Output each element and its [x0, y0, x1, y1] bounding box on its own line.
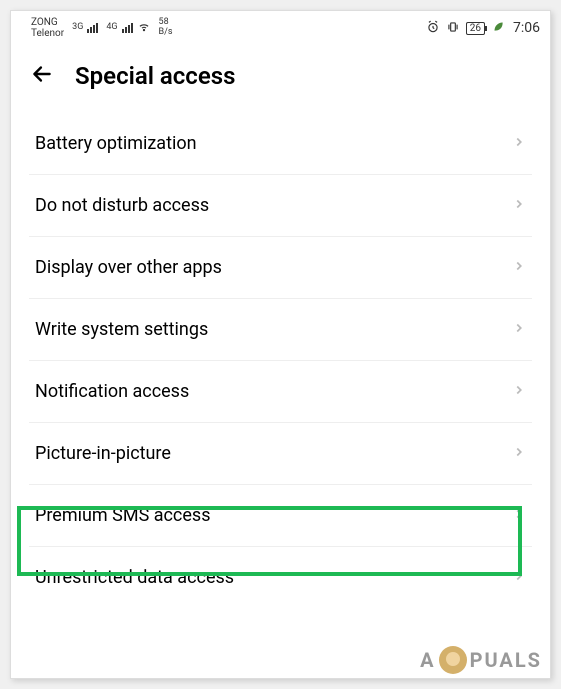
setting-battery-optimization[interactable]: Battery optimization: [29, 113, 532, 175]
carrier-names: ZONG Telenor: [31, 17, 64, 39]
source-attribution: wsxdn.com: [547, 281, 551, 327]
setting-label: Write system settings: [35, 319, 208, 340]
setting-label: Do not disturb access: [35, 195, 209, 216]
network-type-2: 4G: [106, 23, 117, 33]
setting-label: Battery optimization: [35, 133, 197, 154]
chevron-right-icon: [512, 320, 526, 339]
phone-frame: ZONG Telenor 3G 4G: [10, 10, 551, 679]
wifi-icon: [137, 19, 151, 36]
setting-display-over-other-apps[interactable]: Display over other apps: [29, 237, 532, 299]
signal-bars-2: [122, 23, 133, 33]
carrier-1: ZONG: [31, 17, 64, 28]
data-rate: 58 B/s: [159, 18, 173, 38]
status-bar-right: 26 7:06: [426, 19, 540, 37]
network-type-1: 3G: [72, 23, 83, 33]
status-bar: ZONG Telenor 3G 4G: [11, 11, 550, 43]
settings-list: Battery optimization Do not disturb acce…: [11, 113, 550, 608]
setting-picture-in-picture[interactable]: Picture-in-picture: [29, 423, 532, 485]
setting-do-not-disturb-access[interactable]: Do not disturb access: [29, 175, 532, 237]
setting-label: Notification access: [35, 381, 189, 402]
alarm-icon: [426, 20, 440, 37]
signal-bars-1: [87, 23, 98, 33]
header: Special access: [11, 43, 550, 113]
eco-leaf-icon: [491, 19, 505, 37]
chevron-right-icon: [512, 196, 526, 215]
page-title: Special access: [75, 62, 235, 90]
chevron-right-icon: [512, 382, 526, 401]
setting-write-system-settings[interactable]: Write system settings: [29, 299, 532, 361]
clock-time: 7:06: [513, 20, 540, 36]
battery-indicator: 26: [466, 22, 485, 35]
setting-label: Picture-in-picture: [35, 443, 171, 464]
vibrate-icon: [446, 20, 460, 37]
setting-notification-access[interactable]: Notification access: [29, 361, 532, 423]
signal-group-1: 3G: [72, 23, 98, 33]
status-bar-left: ZONG Telenor 3G 4G: [21, 17, 173, 39]
watermark-logo: A PUALS: [420, 646, 542, 674]
setting-unrestricted-data-access[interactable]: Unrestricted data access: [29, 547, 532, 608]
setting-label: Unrestricted data access: [35, 567, 234, 588]
setting-label: Premium SMS access: [35, 505, 210, 526]
chevron-right-icon: [512, 506, 526, 525]
data-rate-unit: B/s: [159, 28, 173, 38]
battery-level: 26: [470, 23, 481, 34]
chevron-right-icon: [512, 444, 526, 463]
signal-group-2: 4G: [106, 23, 132, 33]
chevron-right-icon: [512, 258, 526, 277]
setting-label: Display over other apps: [35, 257, 222, 278]
setting-premium-sms-access[interactable]: Premium SMS access: [29, 485, 532, 547]
carrier-2: Telenor: [31, 28, 64, 39]
watermark-avatar-icon: [439, 646, 467, 674]
watermark-text-1: A: [420, 648, 435, 672]
chevron-right-icon: [512, 568, 526, 587]
watermark-text-2: PUALS: [470, 648, 542, 672]
back-arrow-icon[interactable]: [29, 61, 55, 91]
chevron-right-icon: [512, 134, 526, 153]
